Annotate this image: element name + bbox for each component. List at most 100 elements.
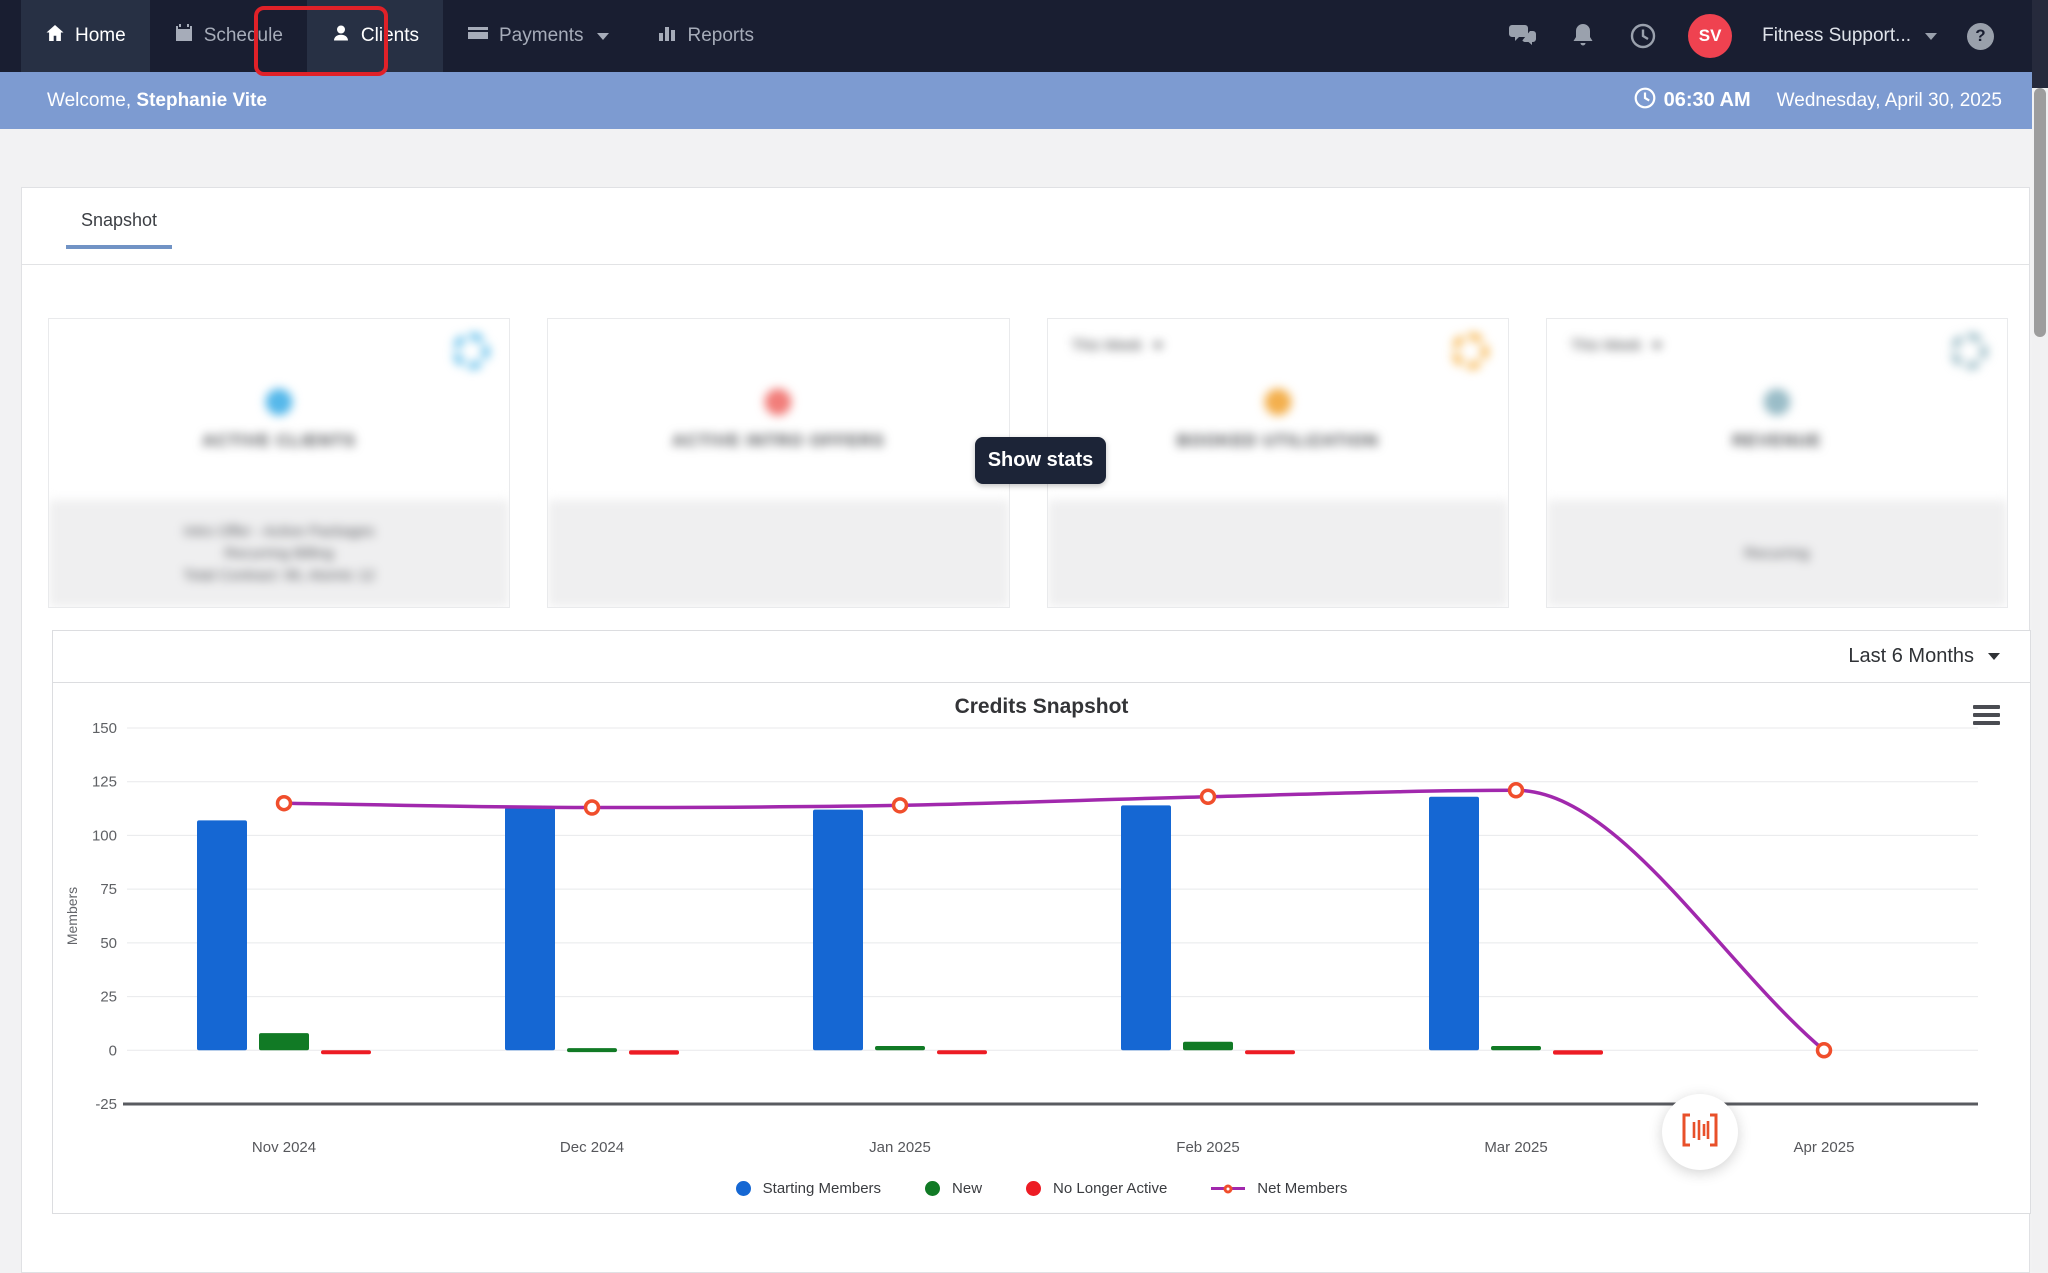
legend-dot-icon <box>1026 1181 1042 1196</box>
nav-item-label: Schedule <box>203 25 283 46</box>
chart-title: Credits Snapshot <box>954 695 1129 718</box>
chevron-down-icon <box>1988 653 2000 660</box>
footer-line: Total Contract: 96, Atomic 12 <box>183 567 375 584</box>
nav-item-schedule[interactable]: Schedule <box>150 0 307 72</box>
card-booked-utilization: This Week BOOKED UTILIZATION <box>1046 318 1509 608</box>
nav-item-label: Payments <box>499 25 584 46</box>
card-content-blurred: This Week REVENUE Recurring <box>1546 319 2007 607</box>
card-footer <box>548 500 1009 607</box>
legend-line-marker-icon <box>1211 1184 1246 1193</box>
show-stats-button[interactable]: Show stats <box>975 437 1106 484</box>
card-active-clients: ACTIVE CLIENTS Intro Offer - Active Pack… <box>48 318 511 608</box>
legend-label: New <box>952 1180 983 1197</box>
scrollbar-thumb[interactable] <box>2034 88 2046 337</box>
chevron-down-icon <box>597 32 610 40</box>
legend-item[interactable]: No Longer Active <box>1026 1180 1167 1197</box>
clock-icon[interactable] <box>1628 21 1658 51</box>
nav-item-label: Home <box>75 25 126 46</box>
chart-legend: Starting Members New No Longer Active Net M… <box>53 1180 2030 1197</box>
credit-card-icon <box>467 23 489 49</box>
card-title: ACTIVE INTRO OFFERS <box>672 431 885 450</box>
bell-icon[interactable] <box>1568 21 1598 51</box>
welcome-bar: Welcome, Stephanie Vite 06:30 AM Wednesd… <box>0 72 2032 129</box>
card-title: BOOKED UTILIZATION <box>1176 431 1379 450</box>
svg-text:Dec 2024: Dec 2024 <box>560 1139 624 1156</box>
barcode-icon <box>1680 1112 1720 1153</box>
svg-text:125: 125 <box>92 774 117 791</box>
credits-snapshot-chart: 150 125 100 75 50 25 0 -25 Members Nov 2024 Dec 20… <box>64 720 1978 1156</box>
legend-dot-icon <box>925 1181 941 1196</box>
svg-text:Nov 2024: Nov 2024 <box>252 1139 316 1156</box>
svg-text:50: 50 <box>100 935 117 952</box>
card-footer <box>1047 500 1508 607</box>
chart-header: Last 6 Months <box>53 631 2030 683</box>
card-top: This Week BOOKED UTILIZATION <box>1048 319 1508 500</box>
svg-text:0: 0 <box>109 1042 117 1059</box>
current-date: Wednesday, April 30, 2025 <box>1776 89 2002 111</box>
gear-icon[interactable] <box>453 333 490 369</box>
tab-row: Snapshot <box>22 188 2029 265</box>
top-navigation: Home Schedule Clients Payments Reports S… <box>0 0 2032 76</box>
nav-item-label: Clients <box>360 25 419 46</box>
svg-text:-25: -25 <box>95 1096 117 1113</box>
card-content-blurred: This Week BOOKED UTILIZATION <box>1047 319 1508 607</box>
chart-menu-icon[interactable] <box>1973 705 2000 725</box>
current-time: 06:30 AM <box>1634 87 1751 115</box>
person-icon <box>331 23 351 49</box>
card-content-blurred: ACTIVE INTRO OFFERS <box>548 319 1009 607</box>
svg-text:25: 25 <box>100 989 117 1006</box>
card-content-blurred: ACTIVE CLIENTS Intro Offer - Active Pack… <box>49 319 510 607</box>
nav-item-reports[interactable]: Reports <box>633 0 778 72</box>
legend-label: No Longer Active <box>1053 1180 1168 1197</box>
svg-text:75: 75 <box>100 881 117 898</box>
svg-text:150: 150 <box>92 720 117 737</box>
range-dropdown[interactable]: Last 6 Months <box>1848 645 2000 668</box>
card-top: ACTIVE INTRO OFFERS <box>548 319 1008 500</box>
legend-dot-icon <box>735 1181 751 1196</box>
card-title: REVENUE <box>1732 431 1822 450</box>
card-revenue: This Week REVENUE Recurring <box>1545 318 2008 608</box>
legend-item[interactable]: Net Members <box>1211 1180 1347 1197</box>
gear-icon[interactable] <box>1951 333 1987 369</box>
legend-item[interactable]: Starting Members <box>735 1180 882 1197</box>
help-icon[interactable]: ? <box>1967 22 1994 50</box>
account-name: Fitness Support... <box>1762 25 1911 46</box>
nav-item-label: Reports <box>687 25 755 46</box>
bar-chart-icon <box>657 23 677 49</box>
svg-text:100: 100 <box>92 827 117 844</box>
legend-label: Net Members <box>1257 1180 1348 1197</box>
user-name: Stephanie Vite <box>136 89 267 111</box>
chevron-down-icon <box>1652 342 1663 349</box>
svg-text:Members: Members <box>64 887 80 945</box>
card-footer: Intro Offer - Active Packages Recurring … <box>49 500 510 607</box>
calendar-icon <box>174 23 194 49</box>
card-top: This Week REVENUE <box>1547 319 2007 500</box>
nav-right-group: SV Fitness Support... ? <box>1508 0 2032 72</box>
nav-item-payments[interactable]: Payments <box>443 0 633 72</box>
stat-ring-icon <box>266 389 293 415</box>
card-title: ACTIVE CLIENTS <box>202 431 357 450</box>
period-dropdown[interactable]: This Week <box>1072 337 1164 354</box>
nav-left-group: Home Schedule Clients Payments Reports <box>0 0 778 72</box>
footer-line: Intro Offer - Active Packages <box>183 523 375 540</box>
legend-item[interactable]: New <box>925 1180 982 1197</box>
barcode-launcher-button[interactable] <box>1662 1094 1738 1170</box>
svg-text:Mar 2025: Mar 2025 <box>1484 1139 1547 1156</box>
stat-ring-icon <box>765 389 792 415</box>
tab-snapshot[interactable]: Snapshot <box>66 210 173 249</box>
nav-item-home[interactable]: Home <box>21 0 150 72</box>
stat-ring-icon <box>1763 389 1790 415</box>
legend-label: Starting Members <box>762 1180 882 1197</box>
period-dropdown[interactable]: This Week <box>1571 337 1663 354</box>
nav-item-clients[interactable]: Clients <box>306 0 443 72</box>
stat-ring-icon <box>1264 389 1291 415</box>
chat-icon[interactable] <box>1508 21 1538 51</box>
clock-icon <box>1634 87 1656 115</box>
chevron-down-icon <box>1925 32 1937 40</box>
avatar[interactable]: SV <box>1688 14 1733 58</box>
footer-line: Recurring <box>1744 545 1810 562</box>
account-menu[interactable]: Fitness Support... <box>1762 25 1937 47</box>
gear-icon[interactable] <box>1451 333 1488 369</box>
svg-text:Jan 2025: Jan 2025 <box>869 1139 931 1156</box>
svg-text:Apr 2025: Apr 2025 <box>1794 1139 1855 1156</box>
